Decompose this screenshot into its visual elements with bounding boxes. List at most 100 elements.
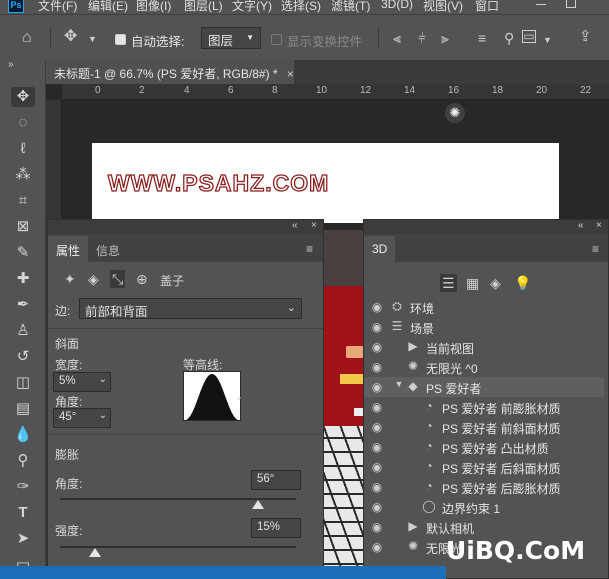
visibility-eye-icon[interactable]: ◉	[370, 400, 384, 414]
tree-row[interactable]: ◉ ☰ 场景	[364, 317, 604, 337]
chevron-down-icon[interactable]: ⌄	[234, 390, 243, 404]
frame-tool-icon[interactable]: ⊠	[11, 217, 35, 237]
pen-tool-icon[interactable]: ✑	[11, 477, 35, 497]
magic-wand-icon[interactable]: ⁂	[11, 165, 35, 185]
menu-file[interactable]: 文件(F)	[38, 0, 77, 14]
tab-info[interactable]: 信息	[88, 236, 128, 262]
panel-menu-icon[interactable]: ≡	[306, 242, 313, 256]
close-icon[interactable]: ×	[596, 220, 602, 231]
chevron-down-icon[interactable]: ▼	[392, 379, 406, 389]
chevron-down-icon[interactable]: ▼	[543, 33, 552, 47]
maximize-icon[interactable]	[566, 0, 576, 8]
menu-edit[interactable]: 编辑(E)	[88, 0, 128, 14]
blur-tool-icon[interactable]: 💧	[11, 425, 35, 445]
tree-row[interactable]: ◉ ◯ 边界约束 1	[364, 497, 604, 517]
menu-select[interactable]: 选择(S)	[281, 0, 321, 14]
chevron-down-icon[interactable]: ▼	[88, 32, 97, 46]
visibility-eye-icon[interactable]: ◉	[370, 320, 384, 334]
tree-row[interactable]: ◉ ▶ 当前视图	[364, 337, 604, 357]
panel-menu-icon[interactable]: ≡	[592, 242, 599, 256]
collapse-icon[interactable]: »	[8, 58, 14, 72]
eraser-icon[interactable]: ◫	[11, 373, 35, 393]
cap-icon[interactable]: ⤡	[110, 270, 126, 288]
auto-select-dropdown[interactable]: 图层 ▼	[201, 27, 261, 49]
tree-row[interactable]: ◉ ◔ PS 爱好者 后斜面材质	[364, 457, 604, 477]
coordinates-icon[interactable]: ⊕	[136, 272, 148, 286]
minimize-icon[interactable]	[536, 4, 546, 14]
menu-view[interactable]: 视图(V)	[423, 0, 463, 14]
inflate-angle-field[interactable]: 56°	[251, 470, 301, 490]
close-icon[interactable]: ×	[287, 67, 294, 81]
visibility-eye-icon[interactable]: ◉	[370, 460, 384, 474]
menu-3d[interactable]: 3D(D)	[381, 0, 413, 11]
tree-row[interactable]: ◉ ◔ PS 爱好者 前膨胀材质	[364, 397, 604, 417]
home-icon[interactable]: ⌂	[22, 30, 32, 46]
light-widget-icon[interactable]: ✺	[445, 103, 465, 123]
contour-preview[interactable]	[183, 371, 241, 421]
show-transform-checkbox[interactable]	[271, 34, 282, 45]
tree-row[interactable]: ◉ ✺ 无限光 ^0	[364, 357, 604, 377]
close-icon[interactable]: ×	[311, 220, 317, 231]
eyedropper-icon[interactable]: ✎	[11, 243, 35, 263]
lasso-tool-icon[interactable]: ℓ	[11, 139, 35, 159]
tab-properties[interactable]: 属性	[48, 236, 89, 262]
align-right-icon[interactable]: ⫸	[441, 31, 449, 45]
visibility-eye-icon[interactable]: ◉	[370, 380, 384, 394]
clone-stamp-icon[interactable]: ♙	[11, 321, 35, 341]
move-tool-icon[interactable]: ✥	[11, 87, 35, 107]
menu-window[interactable]: 窗口	[475, 0, 499, 14]
width-field[interactable]: 5% ⌄	[53, 372, 111, 392]
angle-field[interactable]: 45° ⌄	[53, 408, 111, 428]
tree-row[interactable]: ◉ ◔ PS 爱好者 前斜面材质	[364, 417, 604, 437]
menu-image[interactable]: 图像(I)	[136, 0, 171, 14]
visibility-eye-icon[interactable]: ◉	[370, 500, 384, 514]
material-filter-icon[interactable]: ◈	[490, 276, 501, 290]
visibility-eye-icon[interactable]: ◉	[370, 420, 384, 434]
side-dropdown[interactable]: 前部和背面 ⌄	[79, 298, 302, 319]
marquee-tool-icon[interactable]: ◌	[11, 113, 35, 133]
visibility-eye-icon[interactable]: ◉	[370, 300, 384, 314]
workspace-icon[interactable]: ▭	[522, 30, 536, 43]
strength-field[interactable]: 15%	[251, 518, 301, 538]
move-tool-icon[interactable]: ✥	[64, 29, 77, 45]
path-select-icon[interactable]: ➤	[11, 529, 35, 549]
document-tab[interactable]: 未标题-1 @ 66.7% (PS 爱好者, RGB/8#) * ×	[46, 60, 294, 84]
menu-layer[interactable]: 图层(L)	[184, 0, 223, 14]
search-icon[interactable]: ⚲	[504, 31, 514, 45]
strength-handle[interactable]	[89, 548, 102, 557]
menu-filter[interactable]: 滤镜(T)	[331, 0, 370, 14]
healing-brush-icon[interactable]: ✚	[11, 269, 35, 289]
mesh-icon[interactable]: ✦	[64, 272, 76, 286]
visibility-eye-icon[interactable]: ◉	[370, 440, 384, 454]
tree-row[interactable]: ◉ ▼ ◆ PS 爱好者	[364, 377, 604, 397]
visibility-eye-icon[interactable]: ◉	[370, 520, 384, 534]
scene-filter-icon[interactable]: ☰	[440, 274, 457, 292]
visibility-eye-icon[interactable]: ◉	[370, 540, 384, 554]
collapse-icon[interactable]: «	[292, 220, 298, 231]
tab-3d[interactable]: 3D	[364, 236, 396, 262]
deform-icon[interactable]: ◈	[88, 272, 99, 286]
auto-select-checkbox[interactable]	[115, 34, 126, 45]
tree-row[interactable]: ◉ ◔ PS 爱好者 后膨胀材质	[364, 477, 604, 497]
light-filter-icon[interactable]: 💡	[514, 276, 531, 290]
history-brush-icon[interactable]: ↺	[11, 347, 35, 367]
mesh-filter-icon[interactable]: ▦	[466, 276, 479, 290]
tree-row[interactable]: ◉ ◔ PS 爱好者 凸出材质	[364, 437, 604, 457]
brush-tool-icon[interactable]: ✒	[11, 295, 35, 315]
type-tool-icon[interactable]: T	[11, 503, 35, 523]
distribute-icon[interactable]: ≡	[478, 31, 486, 45]
menu-type[interactable]: 文字(Y)	[232, 0, 272, 14]
visibility-eye-icon[interactable]: ◉	[370, 360, 384, 374]
tree-row[interactable]: ◉ ▶ 默认相机	[364, 517, 604, 537]
visibility-eye-icon[interactable]: ◉	[370, 340, 384, 354]
dodge-tool-icon[interactable]: ⚲	[11, 451, 35, 471]
visibility-eye-icon[interactable]: ◉	[370, 480, 384, 494]
gradient-icon[interactable]: ▤	[11, 399, 35, 419]
inflate-angle-handle[interactable]	[252, 500, 265, 509]
tree-row[interactable]: ◉ ⛭ 环境	[364, 297, 604, 317]
align-left-icon[interactable]: ⫷	[393, 31, 401, 45]
align-center-icon[interactable]: ⫩	[418, 31, 426, 45]
crop-tool-icon[interactable]: ⌗	[11, 191, 35, 211]
collapse-icon[interactable]: «	[578, 220, 584, 231]
share-icon[interactable]: ⇪	[579, 29, 592, 44]
